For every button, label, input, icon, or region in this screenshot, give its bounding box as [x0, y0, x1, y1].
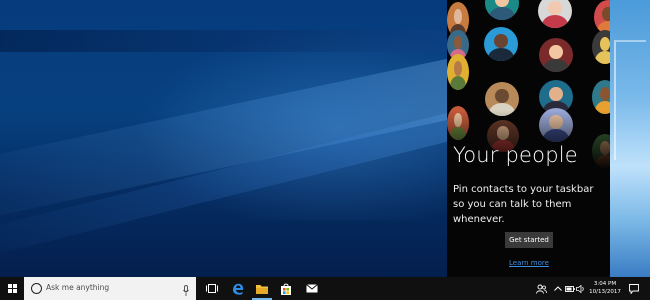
get-started-button[interactable]: Get started [505, 232, 553, 248]
people-panel: Your people Pin contacts to your taskbar… [447, 0, 610, 277]
contact-avatar [485, 0, 519, 20]
contact-avatar [539, 38, 573, 72]
contact-avatar [592, 30, 610, 64]
file-explorer-button[interactable] [250, 277, 274, 300]
taskbar-clock[interactable]: 3:04 PM 10/13/2017 [585, 280, 625, 296]
contact-avatar [592, 80, 610, 114]
action-center-icon [629, 283, 639, 294]
people-button[interactable] [534, 277, 548, 300]
edge-button[interactable] [226, 277, 250, 300]
contact-avatar [447, 54, 469, 90]
microphone-icon[interactable] [183, 282, 189, 300]
desktop-wallpaper-edge [610, 0, 650, 277]
battery-icon [565, 285, 575, 292]
store-button[interactable] [274, 277, 298, 300]
clock-time: 3:04 PM [593, 281, 617, 287]
contact-avatar [594, 0, 610, 34]
task-view-button[interactable] [200, 277, 224, 300]
people-icon [535, 284, 547, 294]
contact-avatar [538, 0, 572, 28]
chevron-up-icon [554, 286, 562, 291]
search-box[interactable]: Ask me anything [24, 277, 196, 300]
people-subtitle: Pin contacts to your taskbar so you can … [453, 184, 594, 225]
show-hidden-icons-button[interactable] [553, 277, 563, 300]
taskbar: Ask me anything 3:04 PM 10/13/2017 [0, 277, 650, 300]
action-center-button[interactable] [627, 277, 641, 300]
battery-indicator[interactable] [565, 277, 575, 300]
people-title: Your people [453, 143, 578, 167]
start-icon [7, 284, 17, 293]
mail-button[interactable] [300, 277, 324, 300]
edge-icon [233, 283, 244, 295]
start-button[interactable] [0, 277, 24, 300]
file-explorer-icon [256, 284, 268, 294]
store-icon [281, 283, 291, 295]
learn-more-link[interactable]: Learn more [509, 259, 549, 267]
mail-icon [306, 284, 318, 293]
clock-date: 10/13/2017 [589, 289, 621, 295]
contact-avatar [484, 27, 518, 61]
search-placeholder: Ask me anything [46, 283, 110, 292]
task-view-icon [206, 284, 218, 293]
cortana-icon [31, 283, 42, 294]
